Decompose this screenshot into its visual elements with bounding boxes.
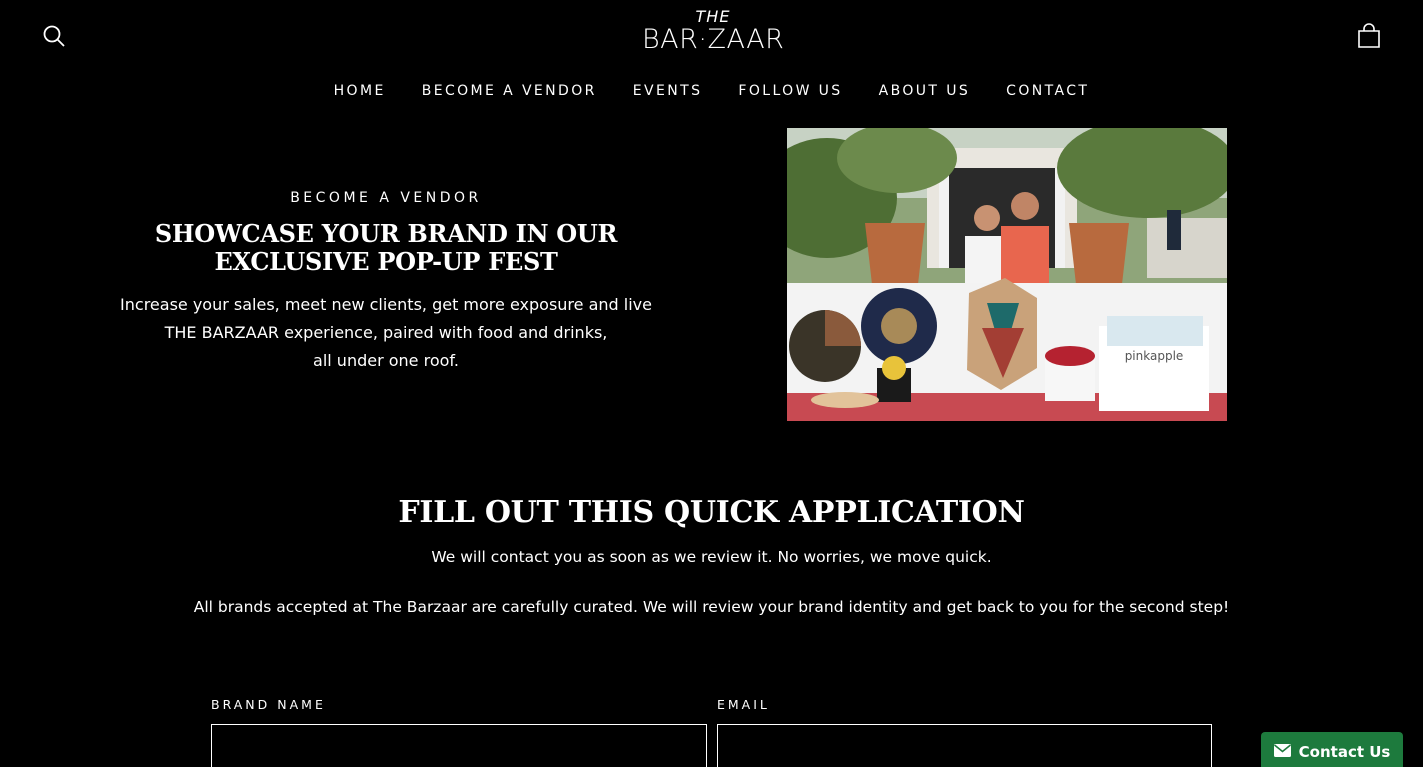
hero-body-line3: all under one roof. (313, 351, 459, 370)
nav-item-follow-us[interactable]: FOLLOW US (738, 82, 842, 100)
nav-item-become-a-vendor[interactable]: BECOME A VENDOR (422, 82, 597, 100)
brand-name-label: BRAND NAME (211, 697, 326, 712)
hero-title-line2: EXCLUSIVE POP-UP FEST (214, 247, 558, 276)
hero-text: BECOME A VENDOR SHOWCASE YOUR BRAND IN O… (100, 188, 672, 375)
brand-name-input[interactable] (211, 724, 707, 767)
site-header: THE BAR·ZAAR HOME BECOME A VENDOR EVENTS… (0, 0, 1423, 120)
application-title: FILL OUT THIS QUICK APPLICATION (398, 495, 1025, 530)
envelope-icon (1273, 743, 1291, 761)
cart-icon[interactable] (1357, 23, 1381, 49)
hero-eyebrow: BECOME A VENDOR (290, 190, 482, 206)
contact-us-label: Contact Us (1298, 743, 1391, 761)
site-logo[interactable]: THE BAR·ZAAR (642, 8, 784, 56)
main-nav: HOME BECOME A VENDOR EVENTS FOLLOW US AB… (0, 82, 1423, 100)
photo-sign-text: pinkapple (1125, 349, 1184, 363)
nav-item-contact[interactable]: CONTACT (1006, 82, 1089, 100)
hero-body: Increase your sales, meet new clients, g… (100, 291, 672, 375)
hero-title: SHOWCASE YOUR BRAND IN OUR EXCLUSIVE POP… (100, 220, 672, 276)
nav-item-about-us[interactable]: ABOUT US (879, 82, 971, 100)
hero-title-line1: SHOWCASE YOUR BRAND IN OUR (154, 219, 618, 248)
email-label: EMAIL (717, 697, 770, 712)
hero-body-line1: Increase your sales, meet new clients, g… (120, 295, 652, 314)
application-note: All brands accepted at The Barzaar are c… (193, 598, 1230, 616)
nav-item-events[interactable]: EVENTS (633, 82, 703, 100)
application-subtitle: We will contact you as soon as we review… (431, 548, 992, 566)
hero-photo: pinkapple (787, 128, 1227, 421)
email-input[interactable] (717, 724, 1212, 767)
logo-name: BAR·ZAAR (642, 24, 785, 55)
hero-body-line2: THE BARZAAR experience, paired with food… (164, 323, 608, 342)
nav-item-home[interactable]: HOME (334, 82, 386, 100)
search-icon[interactable] (42, 24, 66, 48)
contact-us-button[interactable]: Contact Us (1261, 732, 1403, 767)
